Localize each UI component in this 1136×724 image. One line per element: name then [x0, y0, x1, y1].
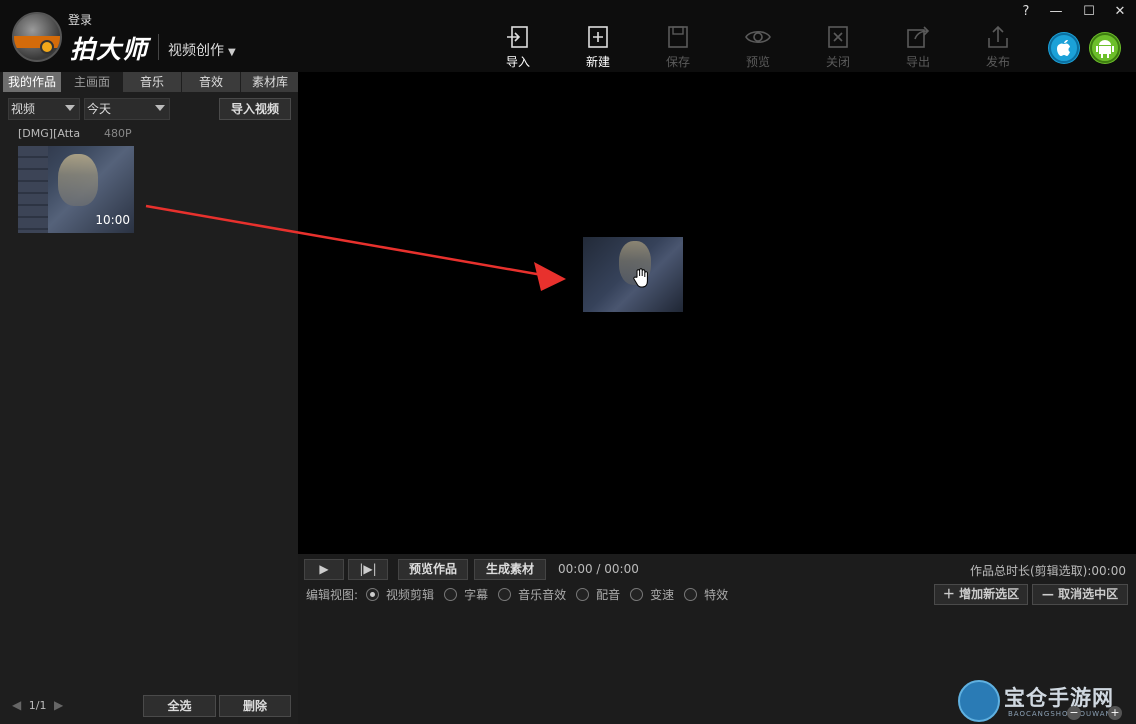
- chevron-down-icon: [65, 105, 75, 111]
- apple-icon: [1049, 33, 1079, 63]
- step-button[interactable]: |▶|: [348, 559, 388, 580]
- view-subtitles-label: 字幕: [464, 588, 489, 602]
- new-label: 新建: [585, 55, 610, 69]
- upload-icon: [988, 25, 1008, 48]
- delete-button[interactable]: 删除: [219, 695, 291, 717]
- close-file-icon: [828, 26, 848, 48]
- tab-main-screen[interactable]: 主画面: [62, 72, 122, 92]
- publish-button[interactable]: 发布: [968, 24, 1028, 72]
- export-icon: [907, 26, 930, 48]
- view-subtitles[interactable]: 字幕: [444, 586, 488, 603]
- cancel-zone-button[interactable]: — 取消选中区: [1032, 584, 1128, 605]
- import-button[interactable]: 导入: [488, 24, 548, 72]
- zoom-in-button[interactable]: +: [1108, 706, 1122, 720]
- plus-icon: ＋: [942, 587, 960, 601]
- preview-canvas[interactable]: [298, 72, 1136, 554]
- android-icon: [1090, 33, 1120, 63]
- media-thumbnail[interactable]: 10:00: [18, 146, 134, 233]
- view-music-sfx[interactable]: 音乐音效: [498, 586, 566, 603]
- tab-my-works[interactable]: 我的作品: [3, 72, 61, 92]
- next-page-icon[interactable]: ▶: [54, 698, 63, 712]
- add-zone-label: 增加新选区: [959, 587, 1020, 601]
- page-indicator: 1/1: [28, 699, 47, 712]
- type-filter-value: 视频: [11, 102, 36, 116]
- ios-button[interactable]: [1048, 32, 1080, 64]
- import-video-button[interactable]: 导入视频: [219, 98, 291, 120]
- view-speed[interactable]: 变速: [630, 586, 674, 603]
- publish-label: 发布: [985, 55, 1010, 69]
- play-button[interactable]: ▶: [304, 559, 344, 580]
- divider: [158, 34, 159, 60]
- date-filter-select[interactable]: 今天: [84, 98, 170, 120]
- hand-cursor-icon: [633, 268, 648, 288]
- media-filename: [DMG][Atta: [18, 127, 81, 140]
- total-duration: 作品总时长(剪辑选取):00:00: [970, 564, 1126, 578]
- export-label: 导出: [905, 55, 930, 69]
- save-button[interactable]: 保存: [648, 24, 708, 72]
- type-filter-select[interactable]: 视频: [8, 98, 80, 120]
- watermark-logo: [958, 680, 1000, 722]
- new-button[interactable]: 新建: [568, 24, 628, 72]
- export-button[interactable]: 导出: [888, 24, 948, 72]
- tab-material-library[interactable]: 素材库: [241, 72, 299, 92]
- top-bar: 登录 拍大师 视频创作 ▼ 导入 新建 保存 预览 关闭 导出 发布 ? — ☐ …: [0, 0, 1136, 72]
- edit-view-selector: 编辑视图: 视频剪辑 字幕 音乐音效 配音 变速 特效: [306, 586, 738, 603]
- view-video-edit-label: 视频剪辑: [386, 588, 435, 602]
- pager: ◀ 1/1 ▶: [12, 698, 63, 712]
- import-label: 导入: [505, 55, 530, 69]
- view-dubbing[interactable]: 配音: [576, 586, 620, 603]
- save-icon: [668, 26, 688, 48]
- media-panel: 我的作品 主画面 音乐 音效 素材库 视频 今天 导入视频 [DMG][Atta…: [0, 72, 300, 724]
- watermark-title: 宝仓手游网: [1004, 685, 1114, 710]
- view-video-edit[interactable]: 视频剪辑: [366, 586, 434, 603]
- view-effects[interactable]: 特效: [684, 586, 728, 603]
- cancel-zone-label: 取消选中区: [1058, 587, 1119, 601]
- help-button[interactable]: ?: [1012, 4, 1040, 22]
- preview-button[interactable]: 预览: [728, 24, 788, 72]
- media-resolution: 480P: [104, 127, 132, 140]
- view-dubbing-label: 配音: [596, 588, 621, 602]
- import-icon: [507, 26, 528, 48]
- add-zone-button[interactable]: ＋ 增加新选区: [934, 584, 1028, 605]
- view-speed-label: 变速: [650, 588, 675, 602]
- login-link[interactable]: 登录: [68, 11, 92, 28]
- edit-view-label: 编辑视图:: [306, 588, 359, 602]
- close-window-button[interactable]: ✕: [1106, 4, 1134, 22]
- new-icon: [588, 26, 608, 48]
- eye-icon: [745, 30, 771, 44]
- date-filter-value: 今天: [87, 102, 112, 116]
- media-duration: 10:00: [95, 213, 130, 227]
- tab-music[interactable]: 音乐: [123, 72, 181, 92]
- chevron-down-icon: ▼: [228, 47, 236, 58]
- panel-tabs: 我的作品 主画面 音乐 音效 素材库: [3, 72, 300, 92]
- preview-work-button[interactable]: 预览作品: [398, 559, 468, 580]
- mode-label: 视频创作: [168, 43, 224, 59]
- watermark-subtitle: BAOCANGSHOUYOUWANG: [1008, 710, 1119, 718]
- mode-dropdown[interactable]: 视频创作 ▼: [168, 40, 236, 60]
- app-logo: [12, 12, 62, 62]
- brand-title: 拍大师: [70, 35, 149, 64]
- prev-page-icon[interactable]: ◀: [12, 698, 21, 712]
- preview-label: 预览: [745, 55, 770, 69]
- minimize-button[interactable]: —: [1042, 4, 1070, 22]
- generate-material-button[interactable]: 生成素材: [474, 559, 546, 580]
- minus-icon: —: [1041, 587, 1059, 601]
- save-label: 保存: [665, 55, 690, 69]
- close-file-label: 关闭: [825, 55, 850, 69]
- maximize-button[interactable]: ☐: [1075, 4, 1103, 22]
- zoom-out-button[interactable]: −: [1067, 706, 1081, 720]
- view-effects-label: 特效: [704, 588, 729, 602]
- close-file-button[interactable]: 关闭: [808, 24, 868, 72]
- tab-sound-effects[interactable]: 音效: [182, 72, 240, 92]
- select-all-button[interactable]: 全选: [143, 695, 216, 717]
- android-button[interactable]: [1089, 32, 1121, 64]
- chevron-down-icon: [155, 105, 165, 111]
- view-music-sfx-label: 音乐音效: [518, 588, 567, 602]
- time-readout: 00:00 / 00:00: [558, 562, 639, 576]
